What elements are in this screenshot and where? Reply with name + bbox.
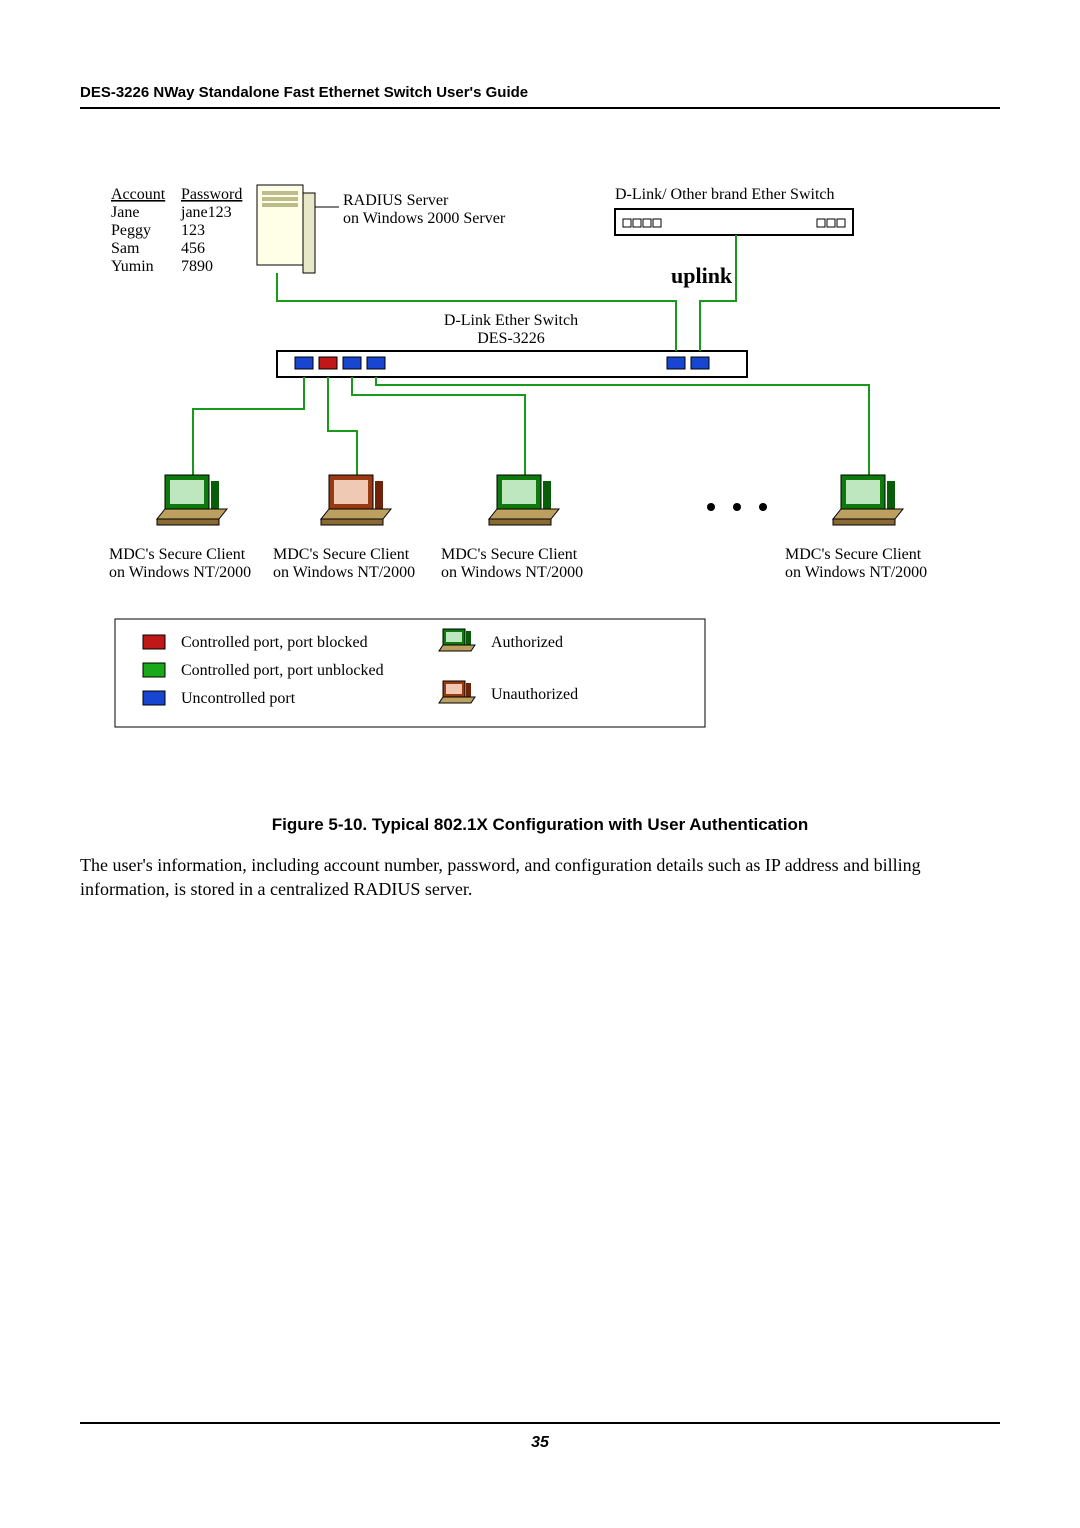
svg-text:on Windows NT/2000: on Windows NT/2000: [109, 564, 251, 581]
figure-caption: Figure 5-10. Typical 802.1X Configuratio…: [81, 815, 999, 835]
svg-text:on Windows NT/2000: on Windows NT/2000: [273, 564, 415, 581]
server-icon: [257, 185, 315, 273]
ellipsis-dots: [707, 503, 767, 511]
legend-authorized: Authorized: [491, 634, 563, 651]
svg-text:on Windows 2000 Server: on Windows 2000 Server: [343, 210, 506, 227]
header-rule: [80, 107, 1000, 109]
network-diagram: Account Password Jane jane123 Peggy 123 …: [81, 179, 999, 789]
legend-uncontrolled: Uncontrolled port: [181, 690, 296, 707]
svg-text:DES-3226: DES-3226: [477, 330, 545, 347]
center-switch-label: D-Link Ether Switch DES-3226: [444, 312, 578, 347]
client-1: MDC's Secure Client on Windows NT/2000: [109, 475, 251, 581]
svg-text:RADIUS Server: RADIUS Server: [343, 192, 449, 209]
svg-text:MDC's Secure Client: MDC's Secure Client: [441, 546, 578, 563]
uplink-label: uplink: [671, 263, 733, 288]
svg-text:on Windows NT/2000: on Windows NT/2000: [785, 564, 927, 581]
figure-5-10: Account Password Jane jane123 Peggy 123 …: [81, 179, 999, 835]
legend-unblocked: Controlled port, port unblocked: [181, 662, 384, 679]
other-switch: D-Link/ Other brand Ether Switch: [615, 186, 853, 235]
legend-unauthorized: Unauthorized: [491, 686, 578, 703]
acct-name: Peggy: [111, 222, 151, 239]
page-number: 35: [80, 1434, 1000, 1452]
radius-label: RADIUS Server on Windows 2000 Server: [343, 192, 506, 227]
svg-text:MDC's Secure Client: MDC's Secure Client: [273, 546, 410, 563]
acct-pwd: jane123: [180, 204, 232, 221]
body-paragraph: The user's information, including accoun…: [80, 853, 1000, 902]
footer-rule: [80, 1422, 1000, 1424]
net-links-bottom: [193, 377, 869, 475]
footer: 35: [80, 1422, 1000, 1452]
accounts-col1: Account: [111, 186, 166, 203]
client-3: MDC's Secure Client on Windows NT/2000: [441, 475, 583, 581]
acct-name: Jane: [111, 204, 139, 221]
running-header: DES-3226 NWay Standalone Fast Ethernet S…: [80, 84, 1000, 101]
acct-pwd: 456: [181, 240, 205, 257]
svg-text:D-Link Ether Switch: D-Link Ether Switch: [444, 312, 578, 329]
accounts-table: Account Password Jane jane123 Peggy 123 …: [111, 186, 242, 275]
acct-name: Yumin: [111, 258, 154, 275]
legend-blocked: Controlled port, port blocked: [181, 634, 368, 651]
center-switch-icon: [277, 351, 747, 377]
acct-pwd: 123: [181, 222, 205, 239]
svg-text:on Windows NT/2000: on Windows NT/2000: [441, 564, 583, 581]
legend: Controlled port, port blocked Controlled…: [115, 619, 705, 727]
document-page: DES-3226 NWay Standalone Fast Ethernet S…: [0, 0, 1080, 1528]
svg-text:MDC's Secure Client: MDC's Secure Client: [109, 546, 246, 563]
svg-text:D-Link/ Other brand Ether Swit: D-Link/ Other brand Ether Switch: [615, 186, 835, 203]
client-2: MDC's Secure Client on Windows NT/2000: [273, 475, 415, 581]
svg-text:MDC's Secure Client: MDC's Secure Client: [785, 546, 922, 563]
acct-name: Sam: [111, 240, 140, 257]
acct-pwd: 7890: [181, 258, 213, 275]
client-4: MDC's Secure Client on Windows NT/2000: [785, 475, 927, 581]
accounts-col2: Password: [181, 186, 242, 203]
